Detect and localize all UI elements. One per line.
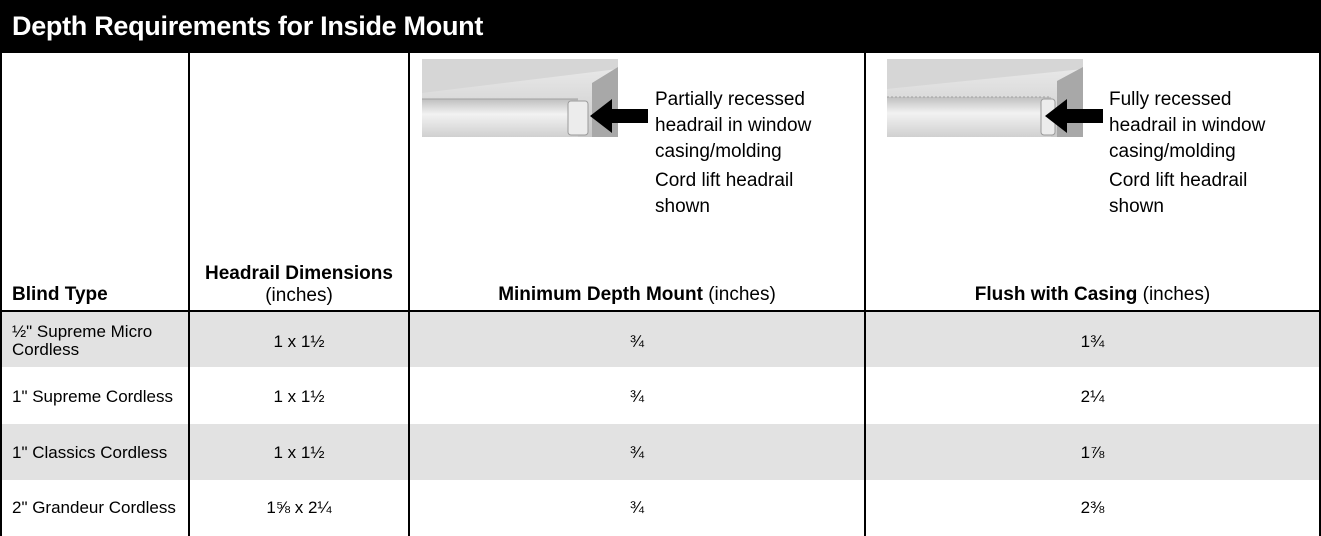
table-row-4-min-depth: ¾ xyxy=(629,498,645,517)
header-headrail-title: Headrail Dimensions xyxy=(205,263,393,284)
header-min-depth-units: (inches) xyxy=(708,284,776,305)
arrow-left-icon xyxy=(590,99,648,133)
caption-line: shown xyxy=(1109,196,1164,217)
header-min-depth-title: Minimum Depth Mount xyxy=(498,284,703,305)
caption-line: Partially recessed xyxy=(655,89,805,110)
header-headrail-dimensions: Headrail Dimensions (inches) xyxy=(190,263,408,307)
partial-recess-caption: Partially recessed headrail in window ca… xyxy=(655,87,811,220)
column-divider xyxy=(408,53,410,536)
table-row-2-headrail: 1 x 1½ xyxy=(273,387,325,406)
table-border xyxy=(0,53,2,536)
header-headrail-units: (inches) xyxy=(265,285,333,306)
caption-line: casing/molding xyxy=(1109,141,1236,162)
cell-text: Cordless xyxy=(12,340,80,359)
full-recess-caption: Fully recessed headrail in window casing… xyxy=(1109,87,1265,220)
table-row-2-blind-type: 1" Supreme Cordless xyxy=(12,387,173,406)
caption-line: headrail in window xyxy=(655,115,812,136)
caption-line: casing/molding xyxy=(655,141,782,162)
caption-line: shown xyxy=(655,196,710,217)
cell-text: ½" Supreme Micro xyxy=(12,322,153,341)
table-row-2-min-depth: ¾ xyxy=(629,387,645,406)
header-flush-title: Flush with Casing xyxy=(974,284,1138,305)
table-row-3-headrail: 1 x 1½ xyxy=(273,443,325,462)
table-row-3-flush: 1⅞ xyxy=(1080,443,1105,462)
caption-line: Cord lift headrail xyxy=(655,170,794,191)
table-row-4-headrail: 1⅝ x 2¼ xyxy=(266,498,332,517)
header-flush-units: (inches) xyxy=(1142,284,1211,305)
table-row-1-headrail: 1 x 1½ xyxy=(273,332,325,351)
caption-line: headrail in window xyxy=(1109,115,1266,136)
table-row-4-blind-type: 2" Grandeur Cordless xyxy=(12,498,176,517)
table-row-1-min-depth: ¾ xyxy=(629,332,645,351)
header-flush-casing: Flush with Casing (inches) xyxy=(866,284,1319,306)
arrow-left-icon xyxy=(1045,99,1103,133)
page-title: Depth Requirements for Inside Mount xyxy=(0,0,1321,53)
table-row-3-min-depth: ¾ xyxy=(629,443,645,462)
table-row-1-flush: 1¾ xyxy=(1080,332,1105,351)
depth-table: Blind Type Headrail Dimensions (inches) … xyxy=(0,53,1321,536)
table-row-2-flush: 2¼ xyxy=(1080,387,1105,406)
table-row-3-blind-type: 1" Classics Cordless xyxy=(12,443,168,462)
table-row-1-blind-type: ½" Supreme Micro Cordless xyxy=(12,323,152,359)
header-divider xyxy=(0,310,1321,312)
caption-line: Fully recessed xyxy=(1109,89,1232,110)
column-divider xyxy=(188,53,190,536)
column-divider xyxy=(864,53,866,536)
caption-line: Cord lift headrail xyxy=(1109,170,1248,191)
header-blind-type: Blind Type xyxy=(12,284,108,305)
header-minimum-depth: Minimum Depth Mount (inches) xyxy=(410,284,864,306)
table-row-4-flush: 2⅜ xyxy=(1080,498,1105,517)
